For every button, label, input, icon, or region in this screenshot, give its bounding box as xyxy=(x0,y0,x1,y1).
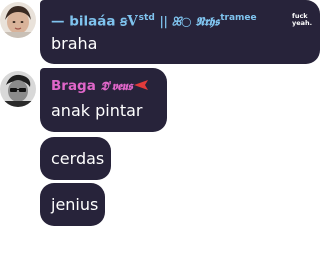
avatar[interactable] xyxy=(0,71,36,107)
sender-name[interactable]: — bilaáa ꞩVstd || ꕤ○ 𝕹𝖗𝖍𝖘tramee xyxy=(51,9,257,31)
avatar[interactable] xyxy=(0,2,36,38)
message-text: cerdas xyxy=(51,149,105,168)
sender-name-mark: ꞩV xyxy=(120,13,138,30)
message-text: anak pintar xyxy=(51,101,143,120)
message-bubble[interactable]: cerdas xyxy=(40,137,111,180)
sender-name-text: — bilaáa xyxy=(51,13,116,30)
message-text: braha xyxy=(51,34,98,53)
sender-name-fancy: 𝕯'𝖛𝖊𝖚𝖘 xyxy=(100,79,133,93)
sender-name-rest: || ꕤ○ 𝕹𝖗𝖍𝖘 xyxy=(159,14,220,29)
chat-thread: — bilaáa ꞩVstd || ꕤ○ 𝕹𝖗𝖍𝖘tramee fuck yea… xyxy=(0,0,320,276)
sender-name-text: Braga xyxy=(51,78,96,94)
message-bubble[interactable]: Braga 𝕯'𝖛𝖊𝖚𝖘 anak pintar xyxy=(40,68,167,132)
sender-name[interactable]: Braga 𝕯'𝖛𝖊𝖚𝖘 xyxy=(51,77,149,95)
message-bubble[interactable]: jenius xyxy=(40,183,105,226)
message-text: jenius xyxy=(51,195,99,214)
sender-name-suffix: tramee xyxy=(220,13,257,23)
message-bubble[interactable]: — bilaáa ꞩVstd || ꕤ○ 𝕹𝖗𝖍𝖘tramee fuck yea… xyxy=(40,0,320,64)
sender-tag: fuck yeah. xyxy=(292,12,313,27)
red-flag-icon xyxy=(134,77,149,95)
sender-name-sup: std xyxy=(138,13,155,23)
